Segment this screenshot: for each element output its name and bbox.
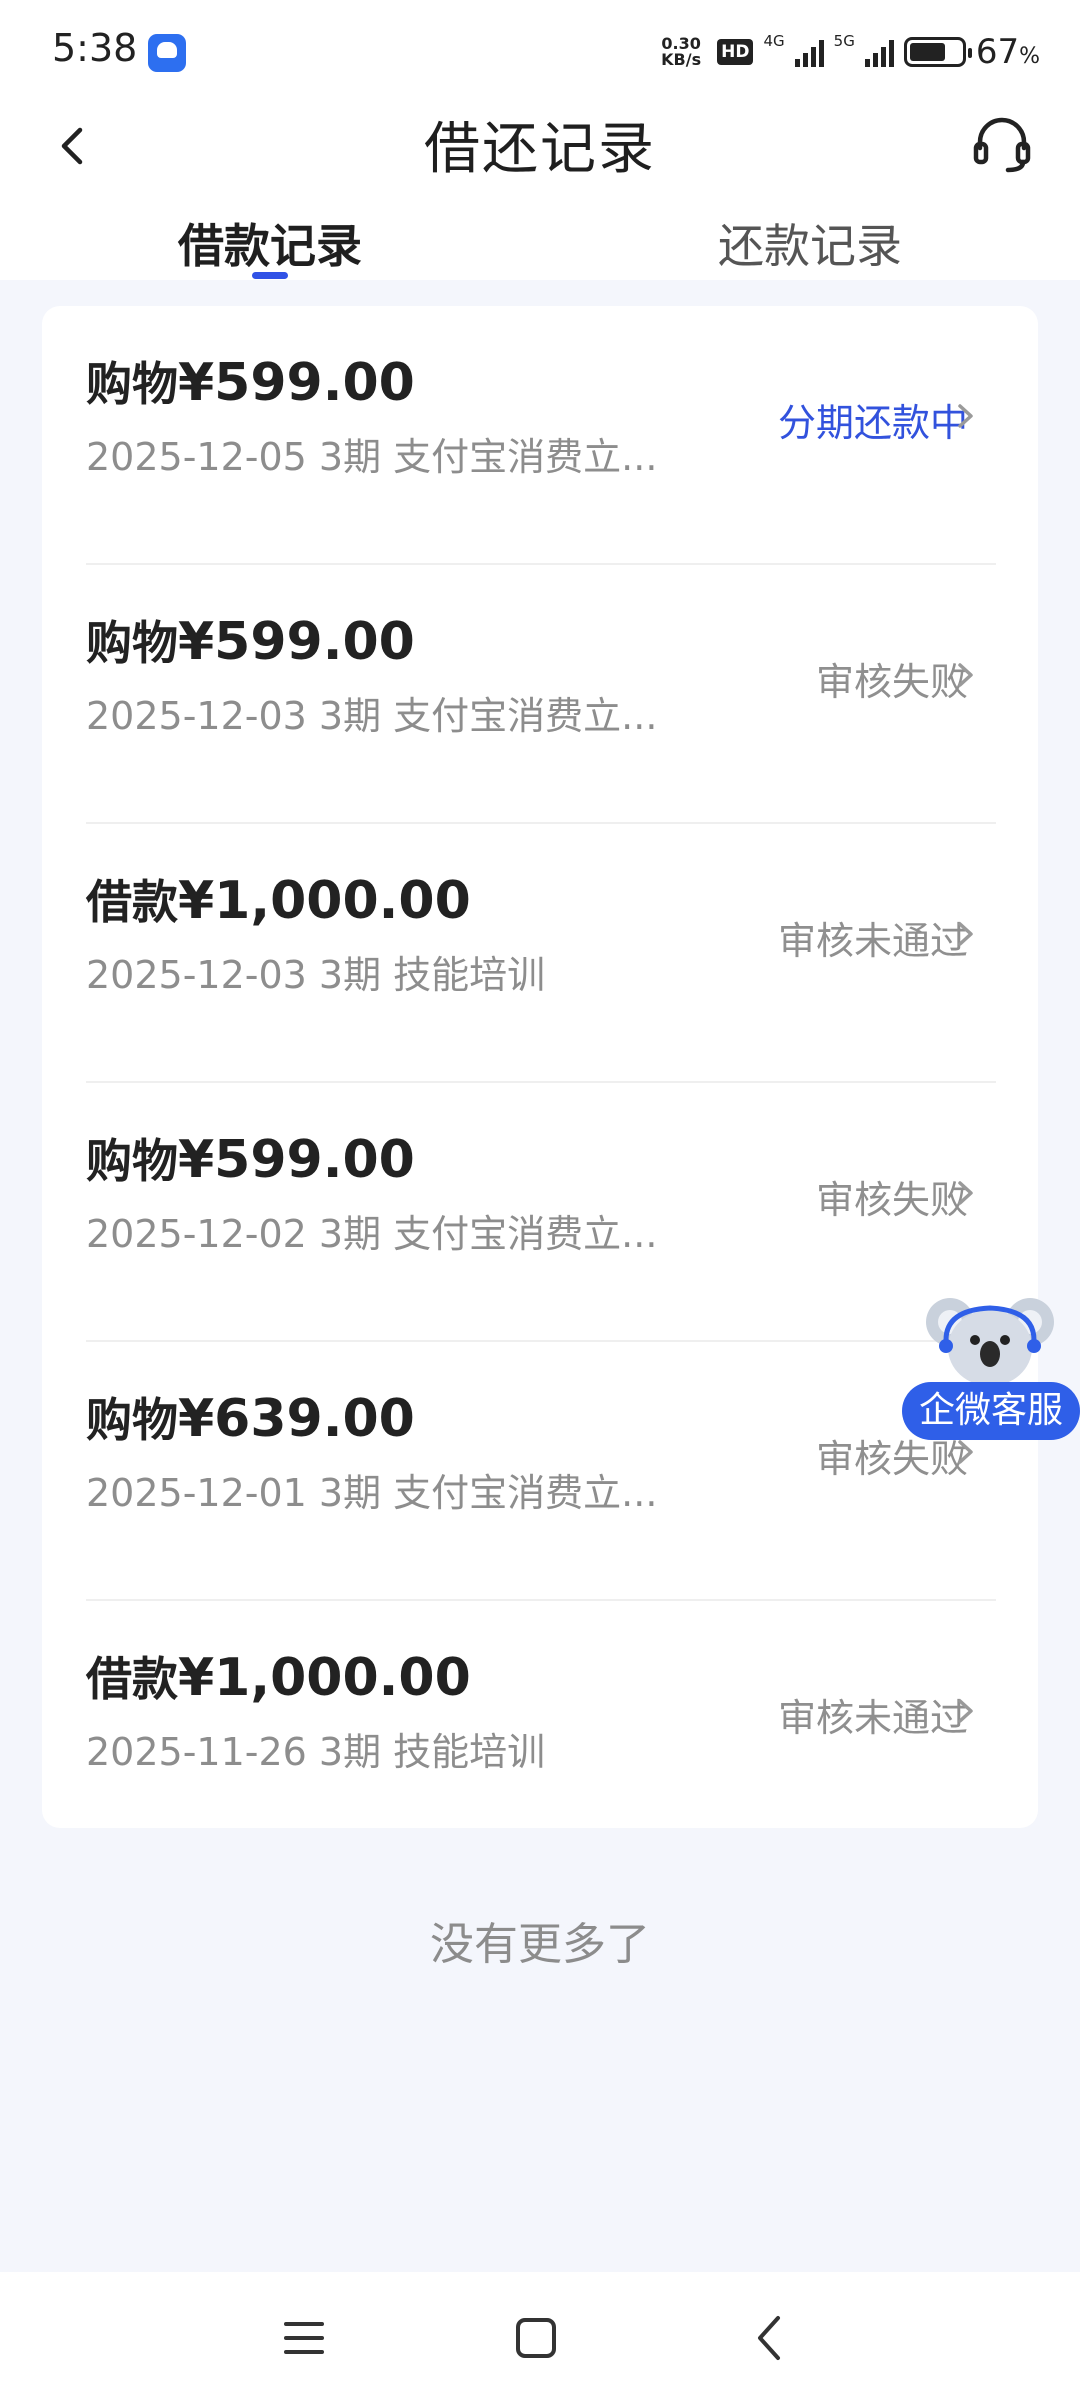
records-list: 购物¥599.00 2025-12-05 3期 支付宝消费立... 分期还款中 … [42, 306, 1038, 1828]
wecom-service-label: 企微客服 [902, 1382, 1080, 1440]
app-notification-icon [148, 34, 186, 72]
record-amount: ¥599.00 [178, 612, 415, 672]
nav-back-button[interactable] [742, 2310, 798, 2366]
record-title: 购物¥599.00 [86, 607, 415, 673]
nav-menu-button[interactable] [276, 2310, 332, 2366]
record-title: 借款¥1,000.00 [86, 866, 471, 932]
list-end-text: 没有更多了 [430, 1919, 650, 1970]
record-status: 审核失败 [815, 660, 968, 704]
customer-service-button[interactable] [968, 110, 1036, 178]
list-item[interactable]: 购物¥599.00 2025-12-02 3期 支付宝消费立... 审核失败 [42, 1083, 1038, 1342]
menu-icon [284, 2322, 324, 2354]
record-subtitle: 2025-12-02 3期 支付宝消费立... [86, 1212, 658, 1256]
wecom-service-float-button[interactable]: 企微客服 [902, 1290, 1080, 1440]
list-item[interactable]: 借款¥1,000.00 2025-11-26 3期 技能培训 审核未通过 [42, 1601, 1038, 1860]
record-title: 借款¥1,000.00 [86, 1643, 471, 1709]
chevron-right-icon [952, 400, 980, 432]
page-title: 借还记录 [424, 117, 656, 182]
chevron-right-icon [952, 1695, 980, 1727]
app-header: 借还记录 借款记录 还款记录 [0, 100, 1080, 280]
chevron-left-icon [758, 2316, 780, 2360]
tab-repayment-records[interactable]: 还款记录 [718, 210, 902, 276]
record-type: 购物 [86, 616, 178, 670]
record-subtitle: 2025-12-03 3期 技能培训 [86, 953, 546, 997]
hd-badge: HD [717, 39, 754, 65]
battery-percent: 67% [975, 32, 1040, 72]
record-type: 购物 [86, 357, 178, 411]
record-title: 购物¥599.00 [86, 1125, 415, 1191]
record-amount: ¥1,000.00 [178, 871, 471, 931]
status-time: 5:38 [52, 26, 138, 70]
list-item[interactable]: 借款¥1,000.00 2025-12-03 3期 技能培训 审核未通过 [42, 824, 1038, 1083]
record-subtitle: 2025-11-26 3期 技能培训 [86, 1730, 546, 1774]
koala-icon [926, 1298, 1054, 1386]
record-subtitle: 2025-12-01 3期 支付宝消费立... [86, 1471, 658, 1515]
record-amount: ¥599.00 [178, 1130, 415, 1190]
nav-home-button[interactable] [508, 2310, 564, 2366]
record-type: 购物 [86, 1393, 178, 1447]
record-type: 借款 [86, 1652, 178, 1706]
status-indicators: 0.30 KB/s HD 4G 5G 67% [655, 30, 1040, 74]
record-status: 审核失败 [815, 1178, 968, 1222]
headset-icon [973, 117, 1031, 173]
network-speed-unit: KB/s [661, 50, 702, 69]
system-nav-bar [0, 2272, 1080, 2400]
tab-active-indicator [252, 272, 288, 279]
record-amount: ¥639.00 [178, 1389, 415, 1449]
status-bar: 5:38 0.30 KB/s HD 4G 5G 67% [0, 0, 1080, 100]
chevron-right-icon [952, 659, 980, 691]
record-subtitle: 2025-12-05 3期 支付宝消费立... [86, 435, 658, 479]
list-item[interactable]: 购物¥639.00 2025-12-01 3期 支付宝消费立... 审核失败 [42, 1342, 1038, 1601]
list-item[interactable]: 购物¥599.00 2025-12-03 3期 支付宝消费立... 审核失败 [42, 565, 1038, 824]
record-status: 审核未通过 [777, 919, 968, 963]
record-status: 分期还款中 [777, 401, 968, 445]
chevron-right-icon [952, 918, 980, 950]
record-subtitle: 2025-12-03 3期 支付宝消费立... [86, 694, 658, 738]
network-gen-4g: 4G [763, 32, 785, 50]
record-title: 购物¥599.00 [86, 348, 415, 414]
chevron-right-icon [952, 1177, 980, 1209]
signal-icon [864, 37, 894, 67]
tab-loan-records[interactable]: 借款记录 [178, 210, 362, 276]
battery-icon [903, 37, 972, 67]
signal-icon [794, 37, 824, 67]
record-amount: ¥1,000.00 [178, 1648, 471, 1708]
record-type: 借款 [86, 875, 178, 929]
tab-bar: 借款记录 还款记录 [0, 210, 1080, 280]
chevron-right-icon [952, 1436, 980, 1468]
record-amount: ¥599.00 [178, 353, 415, 413]
record-type: 购物 [86, 1134, 178, 1188]
square-icon [516, 2318, 556, 2358]
record-title: 购物¥639.00 [86, 1384, 415, 1450]
list-item[interactable]: 购物¥599.00 2025-12-05 3期 支付宝消费立... 分期还款中 [42, 306, 1038, 565]
network-gen-5g: 5G [833, 32, 855, 50]
network-speed: 0.30 KB/s [655, 36, 707, 68]
record-status: 审核未通过 [777, 1696, 968, 1740]
